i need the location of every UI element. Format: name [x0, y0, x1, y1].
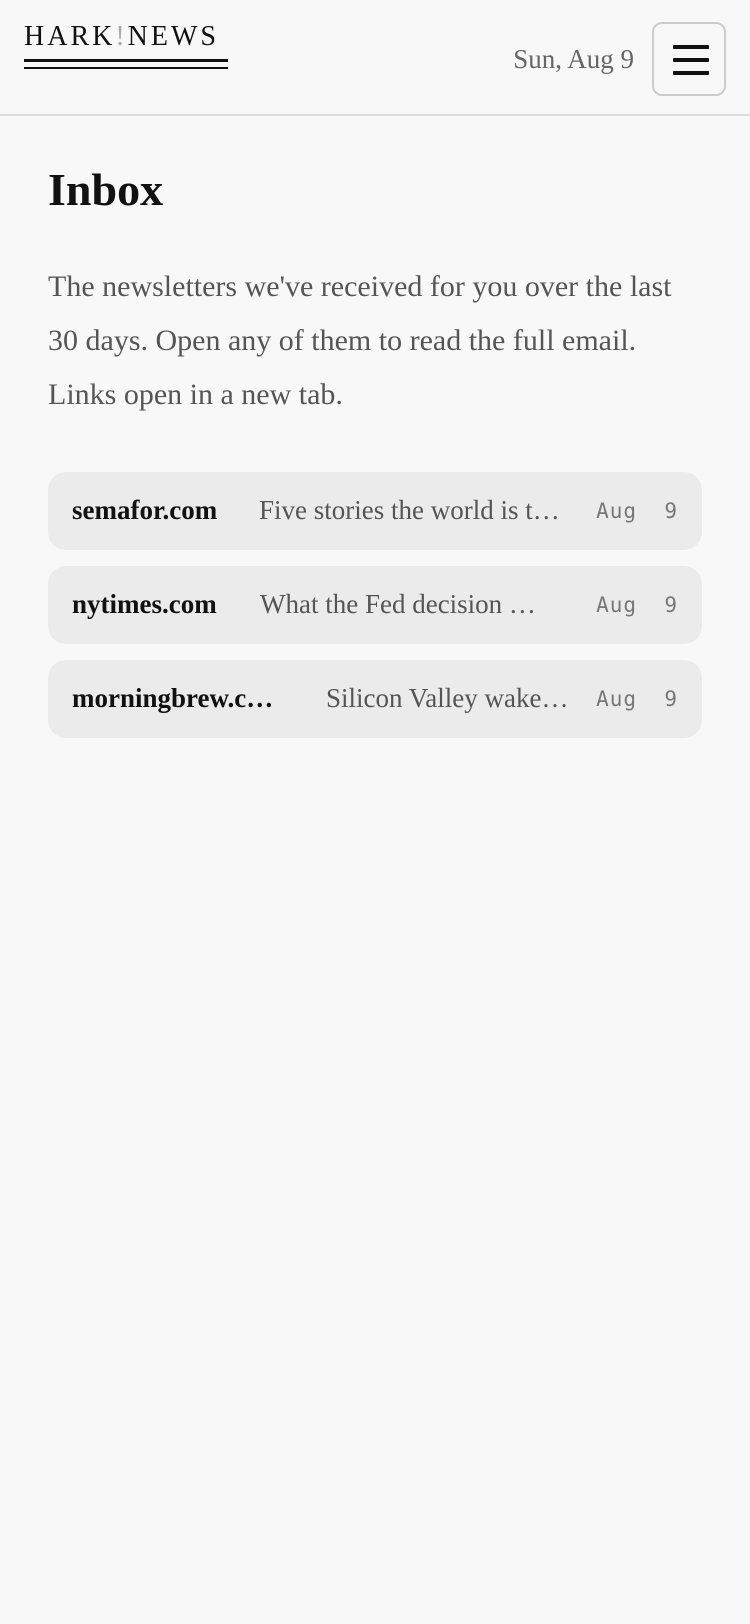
email-subject: Five stories the world is t…: [259, 495, 560, 525]
top-bar: HARK!NEWS Sun, Aug 9: [0, 0, 750, 116]
logo-text-left: HARK: [24, 21, 116, 52]
email-sender: semafor.com: [72, 495, 218, 525]
menu-button[interactable]: [652, 22, 726, 96]
current-date: Sun, Aug 9: [513, 44, 634, 74]
email-subject: Silicon Valley wake…: [326, 683, 569, 713]
email-row[interactable]: nytimes.com What the Fed decision … Aug …: [48, 566, 702, 644]
page-title: Inbox: [48, 164, 164, 215]
email-sender: morningbrew.c…: [72, 683, 274, 713]
logo-exclamation: !: [115, 21, 128, 52]
page-description: The newsletters we've received for you o…: [48, 270, 672, 411]
email-date: Aug 9: [596, 593, 678, 617]
email-subject: What the Fed decision …: [260, 589, 536, 619]
email-date: Aug 9: [596, 499, 678, 523]
logo-underline-thin: [24, 67, 228, 69]
email-date: Aug 9: [596, 687, 678, 711]
logo-text-right: NEWS: [127, 21, 219, 52]
email-row[interactable]: morningbrew.c… Silicon Valley wake… Aug …: [48, 660, 702, 738]
logo[interactable]: HARK!NEWS: [24, 20, 219, 54]
email-row[interactable]: semafor.com Five stories the world is t……: [48, 472, 702, 550]
email-sender: nytimes.com: [72, 589, 217, 619]
logo-underline-thick: [24, 59, 228, 62]
